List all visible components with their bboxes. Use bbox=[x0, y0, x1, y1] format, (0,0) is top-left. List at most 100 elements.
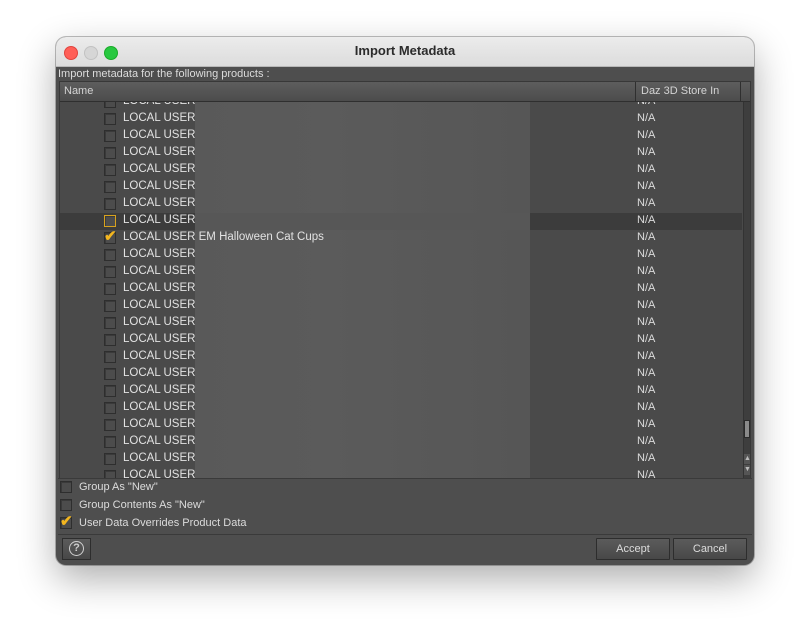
row-checkbox[interactable] bbox=[104, 317, 116, 329]
option-checkbox-row[interactable]: ✔ User Data Overrides Product Data bbox=[59, 513, 359, 531]
accept-button[interactable]: Accept bbox=[596, 538, 670, 560]
checkmark-icon: ✔ bbox=[60, 513, 73, 530]
row-checkbox[interactable] bbox=[104, 181, 116, 193]
row-label: LOCAL USER bbox=[123, 333, 196, 345]
row-store-value: N/A bbox=[637, 180, 656, 192]
redacted-region bbox=[195, 451, 530, 468]
column-header-store[interactable]: Daz 3D Store In bbox=[637, 82, 741, 101]
row-checkbox[interactable] bbox=[104, 351, 116, 363]
row-checkbox[interactable] bbox=[104, 113, 116, 125]
row-checkbox[interactable] bbox=[104, 198, 116, 210]
row-label: LOCAL USER bbox=[123, 384, 196, 396]
divider bbox=[58, 478, 752, 479]
row-checkbox[interactable] bbox=[104, 283, 116, 295]
table-row[interactable]: LOCAL USER N/A bbox=[60, 468, 742, 478]
row-checkbox[interactable] bbox=[104, 300, 116, 312]
row-store-value: N/A bbox=[637, 112, 656, 124]
table-row[interactable]: LOCAL USER N/A bbox=[60, 213, 742, 230]
row-store-value: N/A bbox=[637, 146, 656, 158]
row-label: LOCAL USER bbox=[123, 299, 196, 311]
row-checkbox[interactable] bbox=[104, 130, 116, 142]
row-checkbox[interactable] bbox=[104, 385, 116, 397]
option-checkbox-row[interactable]: Group Contents As "New" bbox=[59, 498, 359, 513]
table-row[interactable]: LOCAL USER N/A bbox=[60, 281, 742, 298]
row-checkbox[interactable] bbox=[104, 147, 116, 159]
checkmark-icon: ✔ bbox=[104, 228, 117, 245]
table-row[interactable]: LOCAL USER N/A bbox=[60, 102, 742, 111]
redacted-region bbox=[195, 247, 530, 264]
row-checkbox[interactable]: ✔ bbox=[104, 228, 117, 245]
row-checkbox[interactable] bbox=[104, 470, 116, 478]
redacted-region bbox=[195, 383, 530, 400]
row-label: LOCAL USER bbox=[123, 248, 196, 260]
row-store-value: N/A bbox=[637, 248, 656, 260]
option-checkbox[interactable] bbox=[60, 481, 72, 493]
column-header-name[interactable]: Name bbox=[60, 82, 636, 101]
prompt-text: Import metadata for the following produc… bbox=[58, 68, 270, 80]
redacted-region bbox=[195, 196, 530, 213]
row-label: LOCAL USER EM Halloween Cat Cups bbox=[123, 231, 324, 243]
table-row[interactable]: LOCAL USER N/A bbox=[60, 264, 742, 281]
table-row[interactable]: LOCAL USER N/A bbox=[60, 128, 742, 145]
redacted-region bbox=[195, 264, 530, 281]
redacted-region bbox=[195, 111, 530, 128]
row-store-value: N/A bbox=[637, 197, 656, 209]
redacted-region bbox=[195, 332, 530, 349]
table-row[interactable]: LOCAL USER N/A bbox=[60, 247, 742, 264]
row-checkbox[interactable] bbox=[104, 436, 116, 448]
product-list: Name Daz 3D Store In LOCAL USER N/A LOCAL … bbox=[59, 81, 751, 479]
row-store-value: N/A bbox=[637, 102, 655, 107]
row-label: LOCAL USER bbox=[123, 452, 196, 464]
table-row[interactable]: LOCAL USER N/A bbox=[60, 298, 742, 315]
scroll-down-arrow-icon[interactable]: ▼ bbox=[744, 465, 750, 475]
row-checkbox[interactable] bbox=[104, 266, 116, 278]
row-label: LOCAL USER bbox=[123, 197, 196, 209]
row-checkbox[interactable] bbox=[104, 419, 116, 431]
row-label: LOCAL USER bbox=[123, 401, 196, 413]
table-row[interactable]: LOCAL USER N/A bbox=[60, 349, 742, 366]
redacted-region bbox=[195, 281, 530, 298]
vertical-scrollbar[interactable]: ▲ ▼ bbox=[743, 102, 750, 478]
table-row[interactable]: LOCAL USER N/A bbox=[60, 400, 742, 417]
table-row[interactable]: LOCAL USER N/A bbox=[60, 196, 742, 213]
cancel-button[interactable]: Cancel bbox=[673, 538, 747, 560]
redacted-region bbox=[195, 315, 530, 332]
row-checkbox[interactable] bbox=[104, 249, 116, 261]
help-button[interactable]: ? bbox=[62, 538, 91, 560]
table-row[interactable]: LOCAL USER N/A bbox=[60, 417, 742, 434]
window-title: Import Metadata bbox=[354, 43, 456, 58]
row-store-value: N/A bbox=[637, 265, 656, 277]
table-row[interactable]: LOCAL USER N/A bbox=[60, 179, 742, 196]
row-checkbox[interactable] bbox=[104, 164, 116, 176]
table-row[interactable]: LOCAL USER N/A bbox=[60, 111, 742, 128]
scroll-up-arrow-icon[interactable]: ▲ bbox=[744, 454, 750, 464]
scrollbar-thumb[interactable] bbox=[744, 420, 750, 438]
option-checkbox[interactable] bbox=[60, 499, 72, 511]
option-checkbox[interactable]: ✔ bbox=[60, 513, 73, 530]
redacted-region bbox=[195, 400, 530, 417]
row-checkbox[interactable] bbox=[104, 215, 116, 227]
table-row[interactable]: LOCAL USER N/A bbox=[60, 332, 742, 349]
option-checkbox-row[interactable]: Group As "New" bbox=[59, 480, 359, 495]
redacted-region bbox=[195, 298, 530, 315]
table-row[interactable]: ✔ LOCAL USER EM Halloween Cat Cups N/A bbox=[60, 228, 742, 247]
table-row[interactable]: LOCAL USER N/A bbox=[60, 315, 742, 332]
row-checkbox[interactable] bbox=[104, 334, 116, 346]
table-row[interactable]: LOCAL USER N/A bbox=[60, 162, 742, 179]
row-checkbox[interactable] bbox=[104, 368, 116, 380]
row-label: LOCAL USER bbox=[123, 282, 196, 294]
row-label: LOCAL USER bbox=[123, 418, 196, 430]
redacted-region bbox=[195, 434, 530, 451]
title-bar: Import Metadata bbox=[56, 37, 754, 67]
row-label: LOCAL USER bbox=[123, 435, 196, 447]
row-checkbox[interactable] bbox=[104, 102, 116, 108]
table-row[interactable]: LOCAL USER N/A bbox=[60, 451, 742, 468]
table-row[interactable]: LOCAL USER N/A bbox=[60, 434, 742, 451]
redacted-region bbox=[195, 468, 530, 478]
table-row[interactable]: LOCAL USER N/A bbox=[60, 366, 742, 383]
redacted-region bbox=[195, 213, 530, 230]
table-row[interactable]: LOCAL USER N/A bbox=[60, 145, 742, 162]
row-checkbox[interactable] bbox=[104, 453, 116, 465]
row-checkbox[interactable] bbox=[104, 402, 116, 414]
table-row[interactable]: LOCAL USER N/A bbox=[60, 383, 742, 400]
